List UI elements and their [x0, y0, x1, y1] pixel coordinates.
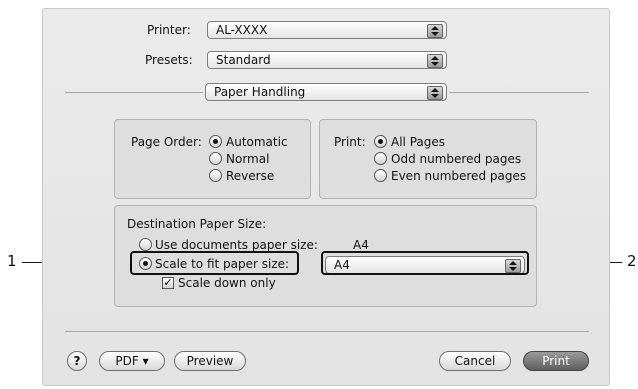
callout-2-highlight — [321, 251, 529, 275]
use-documents-size-radio[interactable] — [139, 238, 152, 251]
chevron-updown-icon — [427, 24, 443, 38]
page-order-reverse-label[interactable]: Reverse — [226, 168, 274, 184]
cancel-button[interactable]: Cancel — [439, 351, 511, 371]
callout-number-2: 2 — [627, 252, 637, 270]
page-order-normal-radio[interactable] — [209, 152, 222, 165]
page-order-label: Page Order: — [131, 135, 202, 149]
separator-right — [449, 92, 589, 93]
callout-1-highlight — [130, 251, 299, 275]
pdf-menu-button[interactable]: PDF ▾ — [99, 351, 165, 371]
panel-popup[interactable]: Paper Handling — [205, 83, 447, 101]
separator-left — [65, 92, 203, 93]
scale-down-only-label[interactable]: Scale down only — [178, 275, 276, 291]
print-label: Print: — [334, 135, 366, 149]
help-button[interactable]: ? — [67, 351, 87, 371]
preview-button[interactable]: Preview — [174, 351, 246, 371]
presets-value: Standard — [216, 53, 271, 67]
callout-number-1: 1 — [7, 252, 17, 270]
printer-value: AL-XXXX — [216, 23, 268, 37]
print-button[interactable]: Print — [523, 351, 589, 371]
print-even-pages-label[interactable]: Even numbered pages — [391, 168, 526, 184]
printer-popup[interactable]: AL-XXXX — [207, 21, 447, 39]
page-order-automatic-radio[interactable] — [209, 135, 222, 148]
chevron-updown-icon — [427, 86, 443, 100]
print-all-pages-label[interactable]: All Pages — [391, 134, 445, 150]
print-odd-pages-label[interactable]: Odd numbered pages — [391, 151, 521, 167]
print-dialog: Printer: AL-XXXX Presets: Standard Paper… — [42, 8, 610, 386]
footer-separator — [65, 331, 589, 332]
printer-label: Printer: — [147, 23, 191, 37]
destination-label: Destination Paper Size: — [127, 217, 267, 231]
print-all-pages-radio[interactable] — [374, 135, 387, 148]
presets-label: Presets: — [145, 53, 193, 67]
print-odd-pages-radio[interactable] — [374, 152, 387, 165]
presets-popup[interactable]: Standard — [207, 51, 447, 69]
page-order-normal-label[interactable]: Normal — [226, 151, 269, 167]
panel-value: Paper Handling — [214, 85, 306, 99]
page-order-automatic-label[interactable]: Automatic — [226, 134, 288, 150]
print-even-pages-radio[interactable] — [374, 169, 387, 182]
scale-down-only-checkbox[interactable]: ✓ — [162, 277, 174, 289]
page-order-box: Page Order: Automatic Normal Reverse — [114, 119, 311, 199]
chevron-updown-icon — [427, 54, 443, 68]
page-order-reverse-radio[interactable] — [209, 169, 222, 182]
print-pages-box: Print: All Pages Odd numbered pages Even… — [319, 119, 537, 199]
